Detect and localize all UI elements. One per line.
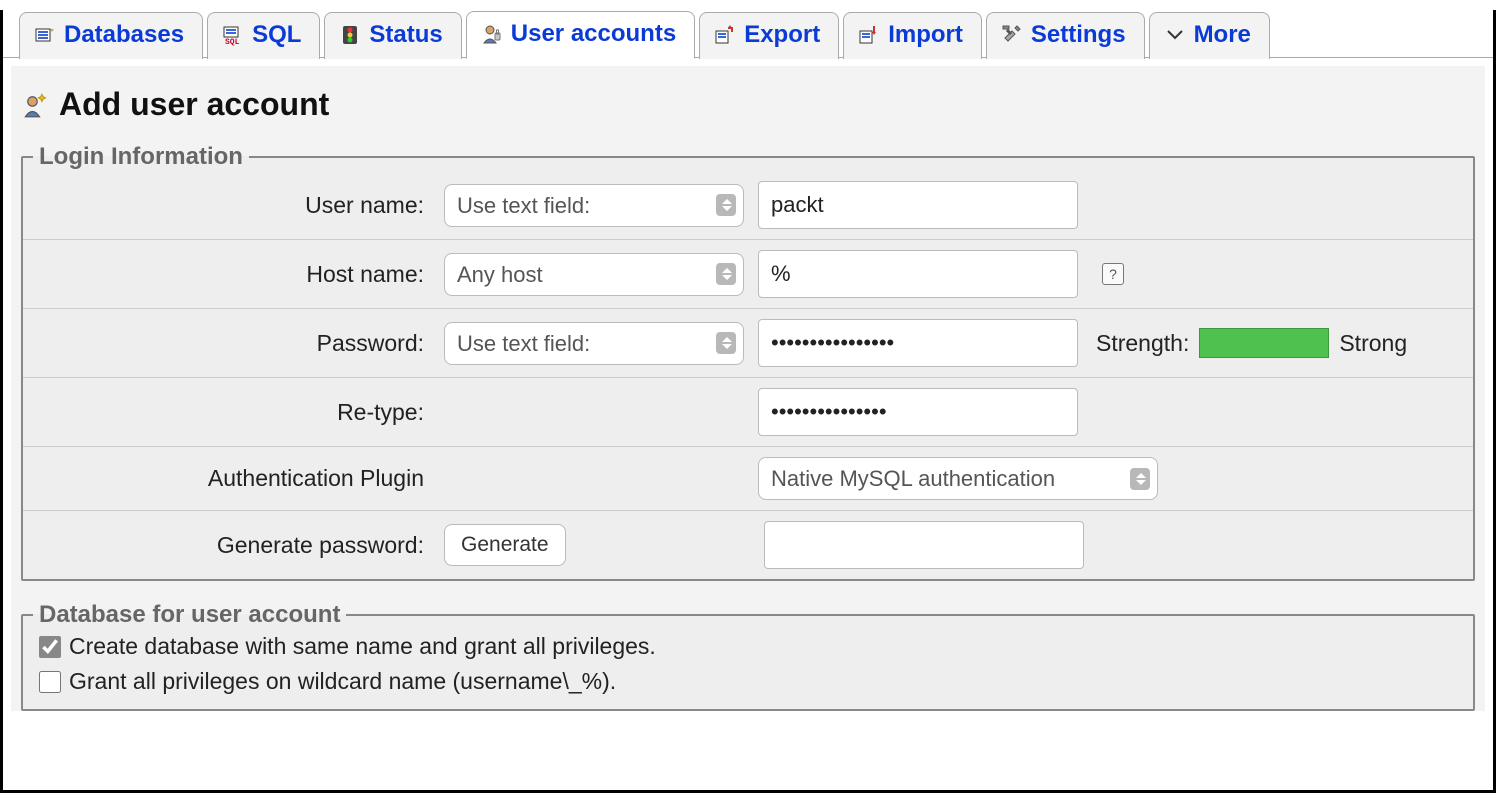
strength-value: Strong: [1339, 330, 1407, 357]
auth-plugin-select[interactable]: Native MySQL authentication: [758, 457, 1158, 500]
tab-more[interactable]: More: [1149, 12, 1270, 59]
page-title: Add user account: [59, 86, 329, 123]
strength-label: Strength:: [1096, 330, 1189, 357]
row-generate-password: Generate password: Generate: [23, 511, 1473, 579]
tab-label: User accounts: [511, 20, 676, 48]
row-auth-plugin: Authentication Plugin Native MySQL authe…: [23, 447, 1473, 511]
tab-import[interactable]: Import: [843, 12, 982, 59]
tab-sql[interactable]: SQL SQL: [207, 12, 320, 59]
login-information-legend: Login Information: [33, 143, 249, 171]
tab-label: SQL: [252, 21, 301, 49]
add-user-icon: [23, 92, 49, 118]
strength-indicator: Strength: Strong: [1096, 328, 1407, 358]
password-select-wrap: Use text field:: [444, 322, 744, 365]
generated-password-input[interactable]: [764, 521, 1084, 569]
hostname-select-wrap: Any host: [444, 253, 744, 296]
row-password: Password: Use text field: Strength: Stro…: [23, 309, 1473, 378]
checkbox-create-same-name[interactable]: [39, 636, 61, 658]
databases-icon: [34, 24, 56, 46]
database-for-user-section: Database for user account Create databas…: [21, 601, 1475, 711]
login-information-section: Login Information User name: Use text fi…: [21, 143, 1475, 581]
top-tabs: Databases SQL SQL: [3, 10, 1493, 58]
row-hostname: Host name: Any host ?: [23, 240, 1473, 309]
password-label: Password:: [35, 330, 430, 357]
username-label: User name:: [35, 192, 430, 219]
username-select-wrap: Use text field:: [444, 184, 744, 227]
sql-icon: SQL: [222, 24, 244, 46]
strength-bar: [1199, 328, 1329, 358]
username-select[interactable]: Use text field:: [444, 184, 744, 227]
password-select[interactable]: Use text field:: [444, 322, 744, 365]
svg-text:SQL: SQL: [225, 38, 240, 46]
checkbox-create-same-name-row: Create database with same name and grant…: [23, 629, 1473, 664]
tab-export[interactable]: Export: [699, 12, 839, 59]
username-input[interactable]: [758, 181, 1078, 229]
help-icon[interactable]: ?: [1102, 263, 1124, 285]
retype-input[interactable]: [758, 388, 1078, 436]
status-icon: [339, 24, 361, 46]
tab-label: Import: [888, 21, 963, 49]
auth-plugin-label: Authentication Plugin: [35, 465, 430, 492]
database-for-user-legend: Database for user account: [33, 601, 346, 629]
user-accounts-icon: [481, 23, 503, 45]
hostname-input[interactable]: [758, 250, 1078, 298]
tab-databases[interactable]: Databases: [19, 12, 203, 59]
row-retype: Re-type:: [23, 378, 1473, 447]
tab-label: Export: [744, 21, 820, 49]
tab-label: Databases: [64, 21, 184, 49]
checkbox-grant-wildcard-row: Grant all privileges on wildcard name (u…: [23, 664, 1473, 699]
import-icon: [858, 24, 880, 46]
page-body: Add user account Login Information User …: [11, 66, 1485, 711]
auth-plugin-select-wrap: Native MySQL authentication: [758, 457, 1158, 500]
checkbox-grant-wildcard-label[interactable]: Grant all privileges on wildcard name (u…: [69, 668, 616, 695]
tab-user-accounts[interactable]: User accounts: [466, 11, 695, 59]
export-icon: [714, 24, 736, 46]
row-username: User name: Use text field:: [23, 171, 1473, 240]
tab-label: More: [1194, 21, 1251, 49]
generate-button[interactable]: Generate: [444, 524, 566, 566]
hostname-label: Host name:: [35, 261, 430, 288]
retype-label: Re-type:: [35, 399, 430, 426]
hostname-select[interactable]: Any host: [444, 253, 744, 296]
phpmyadmin-panel: Databases SQL SQL: [0, 10, 1496, 793]
password-input[interactable]: [758, 319, 1078, 367]
tab-label: Settings: [1031, 21, 1126, 49]
generate-password-label: Generate password:: [35, 532, 430, 559]
checkbox-grant-wildcard[interactable]: [39, 671, 61, 693]
settings-icon: [1001, 24, 1023, 46]
checkbox-create-same-name-label[interactable]: Create database with same name and grant…: [69, 633, 656, 660]
chevron-down-icon: [1164, 24, 1186, 46]
tab-settings[interactable]: Settings: [986, 12, 1145, 59]
tab-label: Status: [369, 21, 442, 49]
tab-status[interactable]: Status: [324, 12, 461, 59]
page-heading: Add user account: [11, 76, 1485, 139]
